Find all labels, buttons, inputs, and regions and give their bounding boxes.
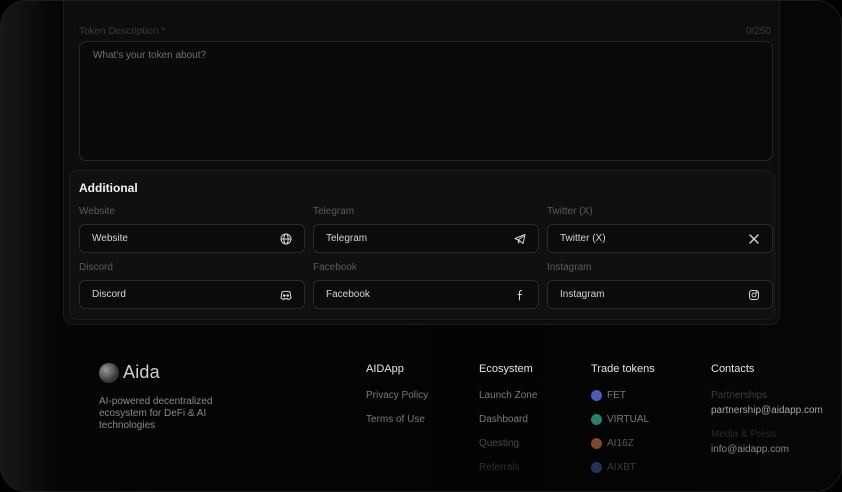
token-link-aixbt[interactable]: AIXBT [591, 462, 636, 473]
additional-title: Additional [79, 181, 138, 195]
facebook-input[interactable] [326, 281, 496, 308]
discord-field[interactable] [79, 280, 305, 309]
contact-partnerships-label: Partnerships [711, 390, 768, 401]
logo-text: Aida [123, 362, 160, 382]
edge-glow [1, 1, 61, 491]
footer-link-questing[interactable]: Questing [479, 438, 519, 449]
description-textarea[interactable]: What's your token about? [79, 41, 773, 161]
instagram-input[interactable] [560, 281, 730, 308]
twitter-input[interactable] [560, 225, 730, 252]
footer-link-referrals[interactable]: Referrals [479, 462, 520, 473]
description-counter: 0/250 [745, 26, 771, 37]
x-icon [749, 234, 759, 244]
footer-link-privacy[interactable]: Privacy Policy [366, 390, 428, 401]
discord-label: Discord [79, 262, 113, 273]
footer-link-launch-zone[interactable]: Launch Zone [479, 390, 537, 401]
facebook-field[interactable] [313, 280, 539, 309]
globe-icon [280, 233, 292, 245]
footer-link-terms[interactable]: Terms of Use [366, 414, 425, 425]
telegram-icon [514, 234, 526, 244]
token-symbol: VIRTUAL [607, 414, 650, 425]
aixbt-token-icon [591, 462, 602, 473]
website-label: Website [79, 206, 115, 217]
footer-col-aidapp-title: AIDApp [366, 363, 404, 375]
ai16z-token-icon [591, 438, 602, 449]
contact-media-label: Media & Press [711, 429, 777, 440]
footer-logo[interactable]: Aida [99, 362, 160, 383]
footer-tagline: AI-powered decentralized ecosystem for D… [99, 396, 213, 431]
website-input[interactable] [92, 225, 262, 252]
token-link-virtual[interactable]: VIRTUAL [591, 414, 649, 425]
description-label: Token Description * [79, 26, 166, 37]
token-symbol: FET [607, 390, 626, 401]
instagram-icon [749, 290, 759, 300]
discord-icon [280, 290, 292, 300]
twitter-label: Twitter (X) [547, 206, 593, 217]
website-field[interactable] [79, 224, 305, 253]
footer-col-trade-title: Trade tokens [591, 363, 655, 375]
token-link-ai16z[interactable]: AI16Z [591, 438, 634, 449]
twitter-field[interactable] [547, 224, 773, 253]
telegram-label: Telegram [313, 206, 355, 217]
virtual-token-icon [591, 414, 602, 425]
instagram-field[interactable] [547, 280, 773, 309]
footer-col-contacts-title: Contacts [711, 363, 755, 375]
fet-token-icon [591, 390, 602, 401]
token-symbol: AIXBT [607, 462, 636, 473]
token-link-fet[interactable]: FET [591, 390, 626, 401]
instagram-label: Instagram [547, 262, 592, 273]
aida-logo-icon [99, 362, 119, 383]
telegram-field[interactable] [313, 224, 539, 253]
contact-partnerships-email[interactable]: partnership@aidapp.com [711, 405, 823, 416]
footer-col-ecosystem-title: Ecosystem [479, 363, 533, 375]
facebook-icon [517, 290, 522, 301]
telegram-input[interactable] [326, 225, 496, 252]
app-window: Token Description * 0/250 What's your to… [0, 0, 842, 492]
description-placeholder: What's your token about? [93, 50, 207, 61]
footer-link-dashboard[interactable]: Dashboard [479, 414, 528, 425]
discord-input[interactable] [92, 281, 262, 308]
token-symbol: AI16Z [607, 438, 634, 449]
contact-media-email[interactable]: info@aidapp.com [711, 444, 789, 455]
facebook-label: Facebook [313, 262, 357, 273]
